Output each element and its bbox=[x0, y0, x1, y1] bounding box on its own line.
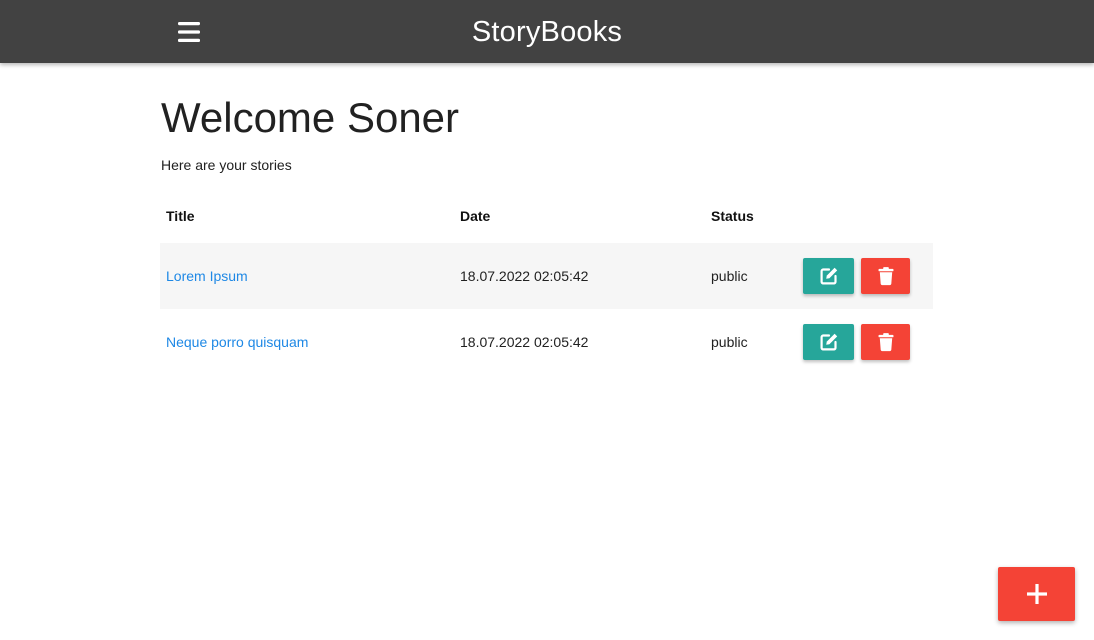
table-row: Lorem Ipsum 18.07.2022 02:05:42 public bbox=[160, 243, 933, 309]
table-header-row: Title Date Status bbox=[160, 188, 933, 243]
edit-icon bbox=[820, 333, 837, 351]
stories-table: Title Date Status Lorem Ipsum 18.07.2022… bbox=[160, 188, 933, 375]
story-status: public bbox=[711, 334, 748, 350]
story-title-cell: Neque porro quisquam bbox=[160, 309, 454, 375]
story-title-link[interactable]: Lorem Ipsum bbox=[166, 268, 248, 284]
story-status: public bbox=[705, 243, 801, 309]
story-actions bbox=[801, 243, 933, 309]
page-subtitle: Here are your stories bbox=[161, 157, 292, 173]
top-navbar: StoryBooks bbox=[0, 0, 1094, 63]
story-date: 18.07.2022 02:05:42 bbox=[454, 243, 705, 309]
column-header-actions bbox=[801, 188, 933, 243]
edit-icon bbox=[820, 267, 837, 285]
trash-icon bbox=[878, 333, 893, 352]
story-title-cell: Lorem Ipsum bbox=[160, 243, 454, 309]
trash-icon bbox=[878, 267, 893, 286]
column-header-date: Date bbox=[460, 207, 491, 224]
page-title: Welcome Soner bbox=[161, 94, 460, 141]
edit-story-button[interactable] bbox=[803, 258, 854, 294]
brand-logo[interactable]: StoryBooks bbox=[0, 14, 1094, 50]
table-row: Neque porro quisquam 18.07.2022 02:05:42… bbox=[160, 309, 933, 375]
add-story-button[interactable] bbox=[998, 567, 1075, 621]
edit-story-button[interactable] bbox=[803, 324, 854, 360]
delete-story-button[interactable] bbox=[861, 324, 910, 360]
story-title-link[interactable]: Neque porro quisquam bbox=[166, 334, 308, 350]
story-date: 18.07.2022 02:05:42 bbox=[460, 334, 589, 350]
column-header-title: Title bbox=[166, 207, 195, 224]
column-header-status: Status bbox=[711, 207, 754, 224]
story-actions bbox=[801, 309, 933, 375]
plus-icon bbox=[1026, 584, 1047, 604]
delete-story-button[interactable] bbox=[861, 258, 910, 294]
